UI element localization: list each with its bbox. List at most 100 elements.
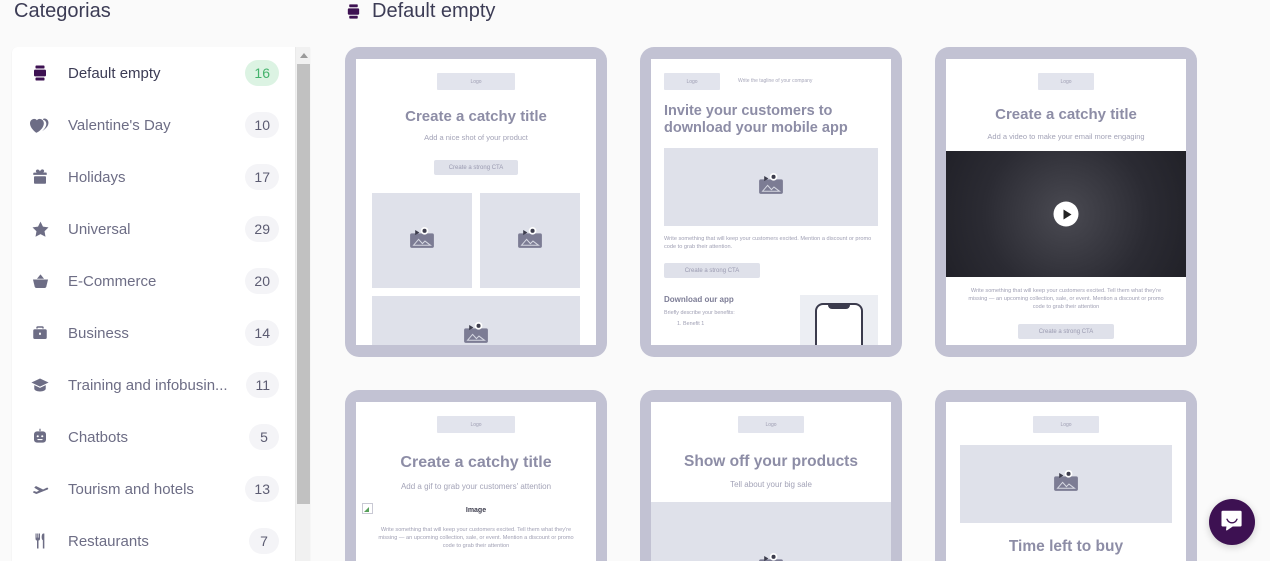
image-placeholder (664, 148, 878, 226)
messenger-launcher-button[interactable] (1209, 499, 1255, 545)
phone-icon (815, 303, 863, 345)
template-body: Write something that will keep your cust… (664, 236, 872, 250)
play-button-icon[interactable] (1053, 201, 1079, 227)
sidebar-item-tourism-and-hotels[interactable]: Tourism and hotels 13 (12, 463, 295, 515)
sidebar-title: Categorias (14, 0, 111, 22)
image-icon (754, 171, 788, 204)
template-cta: Create a strong CTA (664, 263, 760, 278)
template-preview: Logo Create a catchy title Add a video t… (946, 59, 1186, 345)
sidebar-item-label: Chatbots (68, 428, 129, 446)
sidebar-item-label: Holidays (68, 168, 126, 186)
sidebar-item-business[interactable]: Business 14 (12, 307, 295, 359)
logo-placeholder: Logo (738, 416, 804, 433)
categories-sidebar: Categorias Default empty 16 Valentine's … (0, 0, 320, 561)
template-preview: Logo Create a catchy title Add a nice sh… (356, 59, 596, 345)
template-card[interactable]: Logo Write the tagline of your company I… (640, 47, 902, 357)
template-card[interactable]: Logo Create a catchy title Add a gif to … (345, 390, 607, 561)
template-title: Create a catchy title (995, 106, 1137, 123)
sidebar-item-label: Valentine's Day (68, 116, 171, 134)
sidebar-item-count: 13 (245, 476, 279, 502)
template-preview: Logo Show off your products Tell about y… (651, 402, 891, 561)
categories-panel: Default empty 16 Valentine's Day 10 Holi… (12, 47, 310, 561)
template-cta: Create a strong CTA (434, 160, 518, 175)
basket-icon (30, 271, 50, 291)
star-icon (30, 219, 50, 239)
image-alt-text: Image (465, 506, 487, 514)
phone-notch (828, 305, 850, 309)
image-placeholder (960, 445, 1172, 523)
promo-text: Download our app Briefly describe your b… (664, 295, 790, 345)
sidebar-item-label: E-Commerce (68, 272, 157, 290)
image-icon (513, 224, 547, 257)
sidebar-item-count: 16 (245, 60, 279, 86)
template-card[interactable]: Logo Time left to buy Add a timer to mot… (935, 390, 1197, 561)
phone-mockup (800, 295, 878, 345)
promo-section: Download our app Briefly describe your b… (664, 295, 878, 345)
templates-page: Categorias Default empty 16 Valentine's … (0, 0, 1270, 561)
sidebar-item-count: 11 (246, 372, 279, 398)
categories-scrollbar[interactable] (295, 47, 310, 561)
sidebar-item-e-commerce[interactable]: E-Commerce 20 (12, 255, 295, 307)
template-preview: Logo Write the tagline of your company I… (651, 59, 891, 345)
sidebar-item-label: Universal (68, 220, 131, 238)
template-icon (30, 63, 50, 83)
sidebar-item-count: 5 (249, 424, 279, 450)
template-preview: Logo Create a catchy title Add a gif to … (356, 402, 596, 561)
template-header-row: Logo Write the tagline of your company (664, 73, 878, 90)
promo-title: Download our app (664, 295, 734, 304)
image-icon (405, 224, 439, 257)
template-subtitle: Add a nice shot of your product (424, 133, 528, 142)
template-title: Time left to buy (1008, 538, 1124, 555)
briefcase-icon (30, 323, 50, 343)
sidebar-item-training-and-infobusiness[interactable]: Training and infobusin... 11 (12, 359, 295, 411)
templates-grid: Logo Create a catchy title Add a nice sh… (345, 47, 1270, 561)
template-title: Create a catchy title (405, 108, 547, 125)
sidebar-item-chatbots[interactable]: Chatbots 5 (12, 411, 295, 463)
sidebar-item-holidays[interactable]: Holidays 17 (12, 151, 295, 203)
promo-benefit-item: 1. Benefit 1 (677, 321, 705, 327)
template-body: Write something that will keep your cust… (968, 288, 1164, 310)
promo-subtitle: Briefly describe your benefits: (664, 310, 735, 316)
template-card[interactable]: Logo Create a catchy title Add a video t… (935, 47, 1197, 357)
chat-bubble-icon (1220, 508, 1244, 537)
categories-list: Default empty 16 Valentine's Day 10 Holi… (12, 47, 295, 561)
sidebar-item-restaurants[interactable]: Restaurants 7 (12, 515, 295, 561)
hearts-icon (30, 115, 50, 135)
sidebar-item-label: Default empty (68, 64, 161, 82)
image-placeholder-row (372, 193, 580, 288)
sidebar-item-valentines-day[interactable]: Valentine's Day 10 (12, 99, 295, 151)
page-header: Default empty (345, 0, 1270, 22)
sidebar-item-universal[interactable]: Universal 29 (12, 203, 295, 255)
template-card[interactable]: Logo Show off your products Tell about y… (640, 390, 902, 561)
template-icon (345, 3, 362, 20)
sidebar-item-count: 14 (245, 320, 279, 346)
scroll-up-arrow-icon[interactable] (296, 47, 310, 64)
scrollbar-thumb[interactable] (297, 64, 310, 504)
logo-placeholder: Logo (437, 416, 515, 433)
image-placeholder (480, 193, 580, 288)
robot-icon (30, 427, 50, 447)
template-title: Show off your products (684, 453, 858, 470)
template-subtitle: Add a video to make your email more enga… (987, 132, 1145, 141)
image-placeholder (651, 502, 891, 561)
sidebar-item-default-empty[interactable]: Default empty 16 (12, 47, 295, 99)
image-placeholder (372, 296, 580, 345)
template-card[interactable]: Logo Create a catchy title Add a nice sh… (345, 47, 607, 357)
video-placeholder (946, 151, 1186, 277)
sidebar-item-count: 7 (249, 528, 279, 554)
template-subtitle: Tell about your big sale (730, 480, 812, 489)
image-icon (1049, 468, 1083, 501)
sidebar-item-label: Training and infobusin... (68, 376, 228, 394)
sidebar-item-count: 20 (245, 268, 279, 294)
broken-image-icon (362, 503, 373, 514)
image-placeholder (372, 193, 472, 288)
broken-image-row: Image (362, 503, 580, 517)
logo-placeholder: Logo (1038, 73, 1094, 90)
fork-knife-icon (30, 531, 50, 551)
template-subtitle: Add a gif to grab your customers' attent… (400, 482, 552, 491)
template-title: Create a catchy title (400, 454, 552, 471)
page-title: Default empty (372, 0, 496, 22)
sidebar-item-label: Tourism and hotels (68, 480, 194, 498)
airplane-icon (30, 479, 50, 499)
template-cta: Create a strong CTA (1018, 324, 1114, 339)
